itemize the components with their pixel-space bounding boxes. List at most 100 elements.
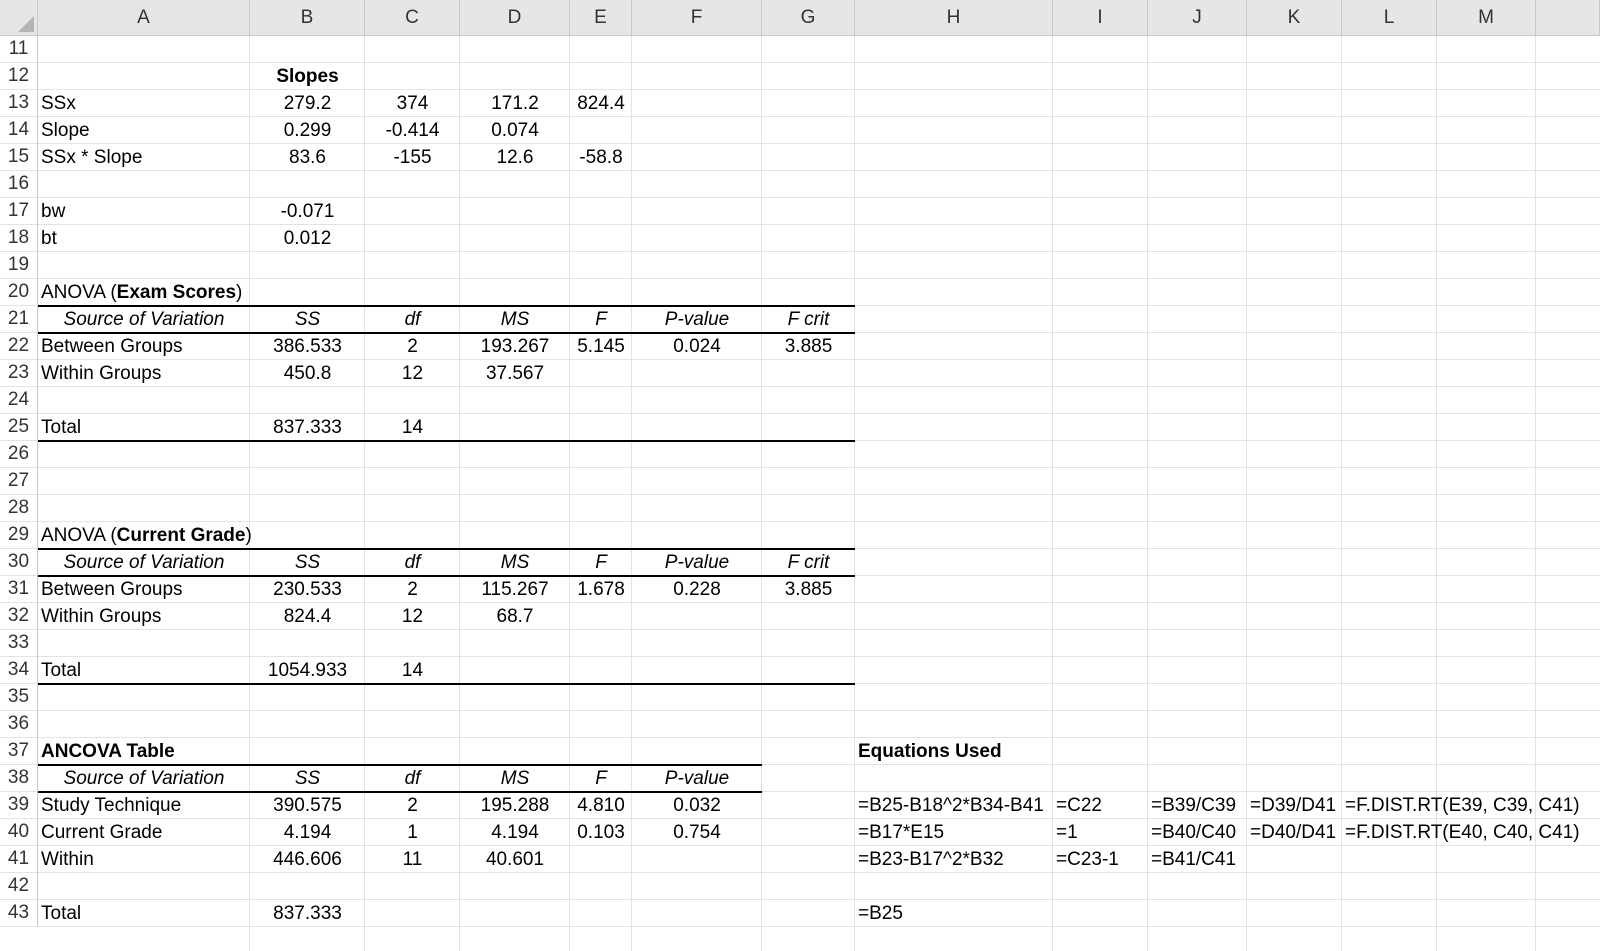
anova-grade-total-cell[interactable]: 1054.933 bbox=[250, 657, 365, 684]
equation-formula[interactable]: =B41/C41 bbox=[1148, 846, 1247, 873]
ancova-cell[interactable]: 4.810 bbox=[570, 792, 632, 819]
row-header-15[interactable]: 15 bbox=[0, 144, 38, 171]
anova-grade-header[interactable]: P-value bbox=[632, 549, 762, 576]
equation-formula[interactable]: =D39/D41 bbox=[1247, 792, 1342, 819]
anova-grade-cell[interactable]: 12 bbox=[365, 603, 460, 630]
ancova-cell[interactable]: 4.194 bbox=[460, 819, 570, 846]
anova-exam-cell[interactable]: Between Groups bbox=[38, 333, 250, 360]
anova-grade-cell[interactable]: 68.7 bbox=[460, 603, 570, 630]
anova-exam-cell[interactable]: Within Groups bbox=[38, 360, 250, 387]
ssx-value[interactable]: 374 bbox=[365, 90, 460, 117]
ssx-slope-value[interactable]: 12.6 bbox=[460, 144, 570, 171]
ancova-cell[interactable]: Study Technique bbox=[38, 792, 250, 819]
ancova-cell[interactable]: 0.032 bbox=[632, 792, 762, 819]
ssx-slope-value[interactable]: 83.6 bbox=[250, 144, 365, 171]
anova-exam-total-cell[interactable]: 14 bbox=[365, 414, 460, 441]
slope-value[interactable]: -0.414 bbox=[365, 117, 460, 144]
column-header-D[interactable]: D bbox=[460, 0, 570, 36]
row-header-42[interactable]: 42 bbox=[0, 873, 38, 900]
row-header-26[interactable]: 26 bbox=[0, 441, 38, 468]
row-header-11[interactable]: 11 bbox=[0, 36, 38, 63]
ancova-title[interactable]: ANCOVA Table bbox=[38, 738, 460, 765]
anova-grade-total-cell[interactable]: 14 bbox=[365, 657, 460, 684]
row-header-20[interactable]: 20 bbox=[0, 279, 38, 306]
spreadsheet-grid[interactable]: ABCDEFGHIJKLM 11 12 13 14 15 16 17 18 19 20 21 22 23… bbox=[0, 0, 1600, 951]
equation-formula[interactable]: =1 bbox=[1053, 819, 1148, 846]
row-header-30[interactable]: 30 bbox=[0, 549, 38, 576]
ancova-header[interactable]: MS bbox=[460, 765, 570, 792]
anova-grade-cell[interactable]: 115.267 bbox=[460, 576, 570, 603]
anova-exam-header[interactable]: MS bbox=[460, 306, 570, 333]
equation-formula[interactable]: =C23-1 bbox=[1053, 846, 1148, 873]
row-header-39[interactable]: 39 bbox=[0, 792, 38, 819]
ssx-value[interactable]: 279.2 bbox=[250, 90, 365, 117]
ssx-slope-value[interactable]: -58.8 bbox=[570, 144, 632, 171]
anova-exam-total-cell[interactable]: Total bbox=[38, 414, 250, 441]
anova-exam-cell[interactable]: 2 bbox=[365, 333, 460, 360]
ancova-cell[interactable]: 0.103 bbox=[570, 819, 632, 846]
anova-exam-header[interactable]: SS bbox=[250, 306, 365, 333]
column-header-H[interactable]: H bbox=[855, 0, 1053, 36]
ancova-cell[interactable]: 2 bbox=[365, 792, 460, 819]
column-header-F[interactable]: F bbox=[632, 0, 762, 36]
anova-grade-cell[interactable]: 230.533 bbox=[250, 576, 365, 603]
column-header-J[interactable]: J bbox=[1148, 0, 1247, 36]
ancova-cell[interactable]: 4.194 bbox=[250, 819, 365, 846]
anova-grade-cell[interactable]: 0.228 bbox=[632, 576, 762, 603]
row-header-28[interactable]: 28 bbox=[0, 495, 38, 522]
anova-grade-total-cell[interactable]: Total bbox=[38, 657, 250, 684]
column-header-G[interactable]: G bbox=[762, 0, 855, 36]
anova-exam-cell[interactable]: 450.8 bbox=[250, 360, 365, 387]
anova-exam-cell[interactable]: 386.533 bbox=[250, 333, 365, 360]
ancova-cell[interactable]: 0.754 bbox=[632, 819, 762, 846]
anova-exam-header[interactable]: Source of Variation bbox=[38, 306, 250, 333]
column-header-C[interactable]: C bbox=[365, 0, 460, 36]
row-header-36[interactable]: 36 bbox=[0, 711, 38, 738]
equation-formula[interactable]: =B39/C39 bbox=[1148, 792, 1247, 819]
equations-title[interactable]: Equations Used bbox=[855, 738, 1148, 765]
anova-exam-header[interactable]: F crit bbox=[762, 306, 855, 333]
equation-formula[interactable]: =B25 bbox=[855, 900, 1053, 927]
column-header-L[interactable]: L bbox=[1342, 0, 1437, 36]
slope-value[interactable]: 0.074 bbox=[460, 117, 570, 144]
ancova-cell[interactable]: 1 bbox=[365, 819, 460, 846]
row-header-17[interactable]: 17 bbox=[0, 198, 38, 225]
equation-formula[interactable]: =B17*E15 bbox=[855, 819, 1053, 846]
equation-formula[interactable]: =F.DIST.RT(E40, C40, C41) bbox=[1342, 819, 1580, 846]
equation-formula[interactable]: =D40/D41 bbox=[1247, 819, 1342, 846]
row-header-31[interactable]: 31 bbox=[0, 576, 38, 603]
ancova-header[interactable]: df bbox=[365, 765, 460, 792]
slopes-title[interactable]: Slopes bbox=[250, 63, 365, 90]
row-header-43[interactable]: 43 bbox=[0, 900, 38, 927]
bw-label[interactable]: bw bbox=[38, 198, 250, 225]
anova-grade-header[interactable]: df bbox=[365, 549, 460, 576]
row-header-14[interactable]: 14 bbox=[0, 117, 38, 144]
anova-exam-cell[interactable]: 5.145 bbox=[570, 333, 632, 360]
anova-grade-header[interactable]: F bbox=[570, 549, 632, 576]
row-header-38[interactable]: 38 bbox=[0, 765, 38, 792]
slope-value[interactable]: 0.299 bbox=[250, 117, 365, 144]
anova-exam-title[interactable]: ANOVA (Exam Scores) bbox=[38, 279, 460, 306]
row-header-40[interactable]: 40 bbox=[0, 819, 38, 846]
slope-label[interactable]: Slope bbox=[38, 117, 250, 144]
anova-grade-cell[interactable]: 1.678 bbox=[570, 576, 632, 603]
ancova-cell[interactable]: 390.575 bbox=[250, 792, 365, 819]
row-header-13[interactable]: 13 bbox=[0, 90, 38, 117]
column-header-B[interactable]: B bbox=[250, 0, 365, 36]
row-header-27[interactable]: 27 bbox=[0, 468, 38, 495]
equation-formula[interactable]: =B23-B17^2*B32 bbox=[855, 846, 1053, 873]
row-header-29[interactable]: 29 bbox=[0, 522, 38, 549]
anova-grade-header[interactable]: MS bbox=[460, 549, 570, 576]
row-header-34[interactable]: 34 bbox=[0, 657, 38, 684]
row-header-21[interactable]: 21 bbox=[0, 306, 38, 333]
row-header-18[interactable]: 18 bbox=[0, 225, 38, 252]
bt-label[interactable]: bt bbox=[38, 225, 250, 252]
ancova-cell[interactable]: Within bbox=[38, 846, 250, 873]
row-header-25[interactable]: 25 bbox=[0, 414, 38, 441]
anova-grade-header[interactable]: Source of Variation bbox=[38, 549, 250, 576]
anova-exam-header[interactable]: F bbox=[570, 306, 632, 333]
column-header-K[interactable]: K bbox=[1247, 0, 1342, 36]
equation-formula[interactable]: =C22 bbox=[1053, 792, 1148, 819]
row-header-22[interactable]: 22 bbox=[0, 333, 38, 360]
anova-exam-cell[interactable]: 193.267 bbox=[460, 333, 570, 360]
